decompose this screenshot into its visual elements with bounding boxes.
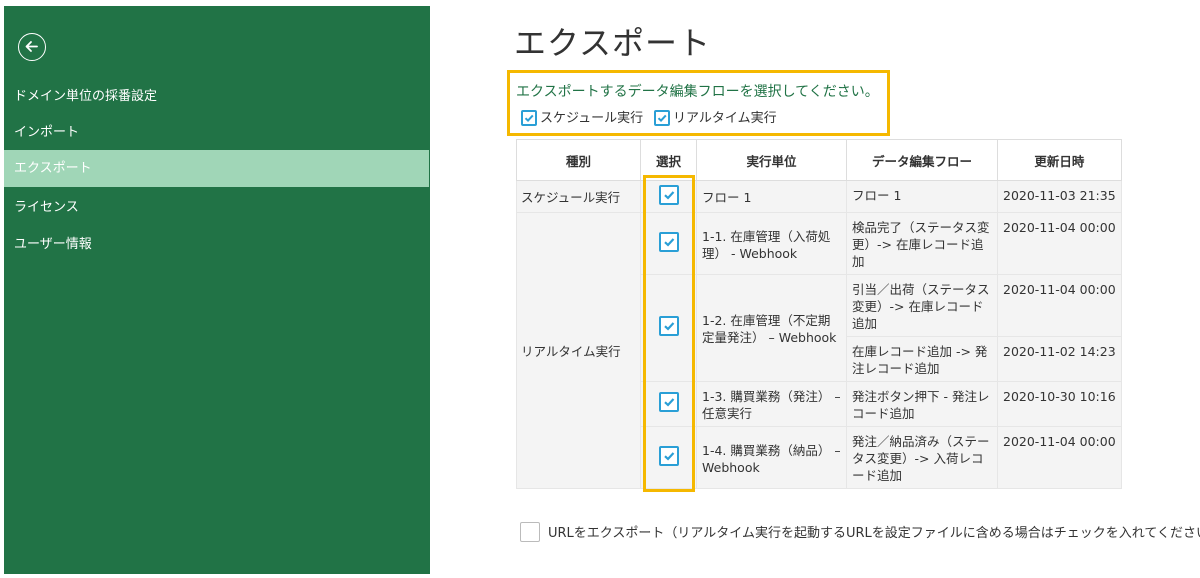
sidebar-item-numbering-settings[interactable]: ドメイン単位の採番設定 — [4, 78, 429, 115]
checkbox[interactable] — [654, 109, 670, 126]
checkbox[interactable] — [521, 109, 537, 126]
sidebar-item-user-info[interactable]: ユーザー情報 — [4, 226, 429, 263]
row-checkbox[interactable] — [658, 392, 679, 412]
date-cell: 2020-11-04 00:00 — [997, 274, 1122, 337]
row-checkbox[interactable] — [658, 445, 679, 466]
sidebar-item-import[interactable]: インポート — [4, 114, 429, 151]
select-cell — [640, 381, 697, 427]
table-row: リアルタイム実行 1-1. 在庫管理（入荷処理） - Webhook 検品完了（… — [516, 212, 1122, 489]
header-date: 更新日時 — [997, 139, 1122, 181]
filter-schedule-label: スケジュール実行 — [540, 111, 644, 126]
header-select: 選択 — [640, 139, 697, 181]
date-cell: 2020-11-03 21:35 — [997, 180, 1122, 213]
url-export-label: URLをエクスポート（リアルタイム実行を起動するURLを設定ファイルに含める場合… — [548, 526, 1200, 541]
unit-cell: 1-4. 購買業務（納品） – Webhook — [696, 426, 847, 489]
checkmark-icon — [524, 114, 534, 122]
checkbox[interactable] — [520, 522, 540, 542]
filter-realtime-label: リアルタイム実行 — [673, 111, 777, 126]
sidebar: ドメイン単位の採番設定 インポート エクスポート ライセンス ユーザー情報 — [4, 6, 430, 574]
kind-cell: スケジュール実行 — [516, 180, 641, 213]
row-checkbox[interactable] — [658, 231, 679, 252]
checkmark-icon — [663, 322, 674, 331]
kind-cell: リアルタイム実行 — [516, 212, 641, 489]
flow-cell: 発注／納品済み（ステータス変更）-> 入荷レコード追加 — [846, 426, 998, 489]
flow-cell: 検品完了（ステータス変更）-> 在庫レコード追加 — [846, 212, 998, 275]
checkmark-icon — [663, 451, 674, 461]
back-arrow-icon — [25, 41, 38, 52]
select-cell — [640, 212, 697, 275]
page-title: エクスポート — [514, 24, 712, 62]
row-checkbox[interactable] — [658, 316, 679, 336]
table-header-row: 種別 選択 実行単位 データ編集フロー 更新日時 — [516, 139, 1122, 181]
filter-realtime-checkbox[interactable]: リアルタイム実行 — [654, 109, 777, 129]
checkmark-icon — [657, 114, 667, 122]
sidebar-item-export[interactable]: エクスポート — [4, 150, 429, 187]
export-flow-table: 種別 選択 実行単位 データ編集フロー 更新日時 スケジュール実行 フロー 1 … — [516, 139, 1122, 489]
checkmark-icon — [663, 237, 674, 247]
flow-cell: 発注ボタン押下 - 発注レコード追加 — [846, 381, 998, 427]
back-button[interactable] — [18, 33, 46, 61]
table-row: スケジュール実行 フロー 1 フロー 1 2020-11-03 21:35 — [516, 180, 1122, 213]
header-kind: 種別 — [516, 139, 641, 181]
unit-cell: 1-3. 購買業務（発注） – 任意実行 — [696, 381, 847, 427]
row-checkbox[interactable] — [658, 184, 679, 205]
date-cell: 2020-10-30 10:16 — [997, 381, 1122, 427]
flow-cell: 引当／出荷（ステータス変更）-> 在庫レコード追加 — [846, 274, 998, 337]
select-cell — [640, 426, 697, 489]
sidebar-item-license[interactable]: ライセンス — [4, 189, 429, 226]
unit-cell: 1-1. 在庫管理（入荷処理） - Webhook — [696, 212, 847, 275]
checkmark-icon — [663, 190, 674, 200]
unit-cell: フロー 1 — [696, 180, 847, 213]
flow-cell: フロー 1 — [846, 180, 998, 213]
date-cell: 2020-11-04 00:00 — [997, 426, 1122, 489]
select-cell — [640, 274, 697, 382]
checkmark-icon — [663, 398, 674, 407]
url-export-checkbox[interactable]: URLをエクスポート（リアルタイム実行を起動するURLを設定ファイルに含める場合… — [520, 522, 1200, 542]
filter-schedule-checkbox[interactable]: スケジュール実行 — [521, 109, 643, 129]
instruction-text: エクスポートするデータ編集フローを選択してください。 — [516, 84, 879, 100]
header-flow: データ編集フロー — [846, 139, 998, 181]
flow-cell: 在庫レコード追加 -> 発注レコード追加 — [846, 336, 998, 382]
select-cell — [640, 180, 697, 213]
header-unit: 実行単位 — [696, 139, 847, 181]
unit-cell: 1-2. 在庫管理（不定期定量発注） – Webhook — [696, 274, 847, 382]
date-cell: 2020-11-04 00:00 — [997, 212, 1122, 275]
date-cell: 2020-11-02 14:23 — [997, 336, 1122, 382]
